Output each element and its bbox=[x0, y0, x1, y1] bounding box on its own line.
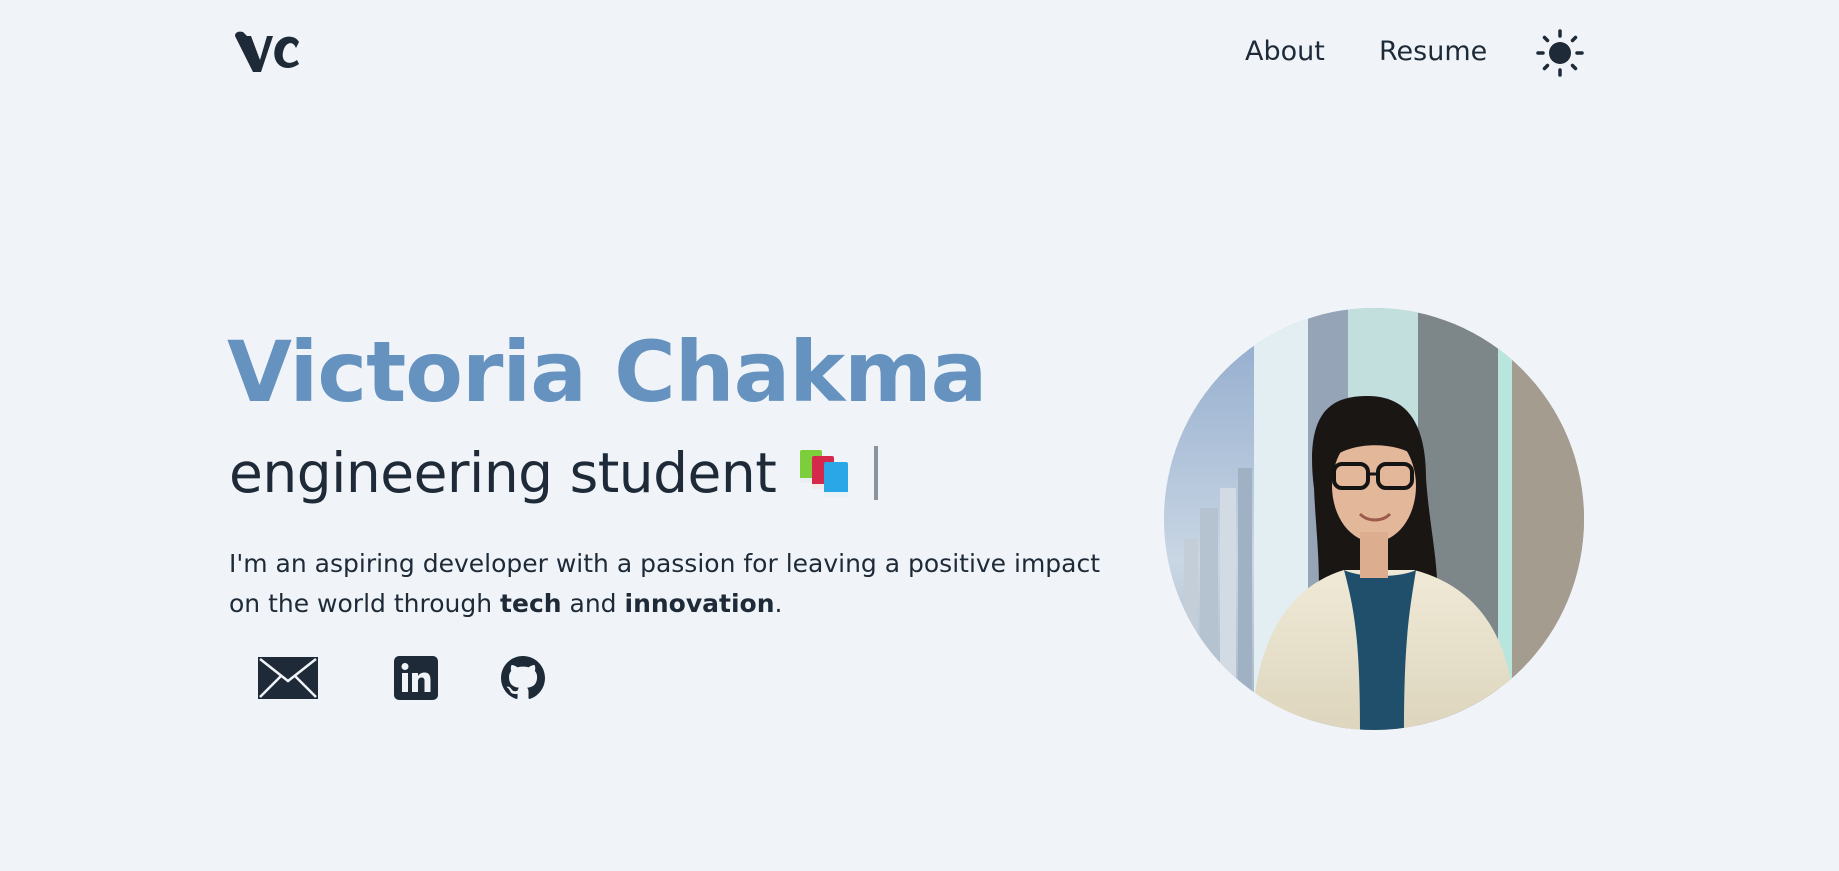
github-link[interactable] bbox=[501, 656, 545, 700]
hero-name-heading: Victoria Chakma bbox=[227, 323, 987, 421]
typing-cursor bbox=[874, 446, 879, 500]
nav-about-link[interactable]: About bbox=[1245, 34, 1325, 70]
linkedin-link[interactable] bbox=[394, 656, 438, 700]
bio-text-suffix: . bbox=[774, 589, 783, 618]
top-nav: About Resume bbox=[0, 0, 1839, 104]
mail-icon bbox=[258, 657, 318, 699]
profile-photo-image bbox=[1164, 308, 1584, 730]
theme-toggle-button[interactable] bbox=[1536, 29, 1584, 77]
bio-text-middle: and bbox=[561, 589, 625, 618]
books-icon bbox=[800, 450, 849, 497]
bio-bold-tech: tech bbox=[500, 589, 562, 618]
hero-role-heading: engineering student bbox=[229, 438, 879, 508]
email-link[interactable] bbox=[257, 656, 319, 700]
vc-logo-icon bbox=[235, 31, 299, 72]
github-icon bbox=[501, 656, 545, 699]
hero-bio: I'm an aspiring developer with a passion… bbox=[229, 544, 1109, 624]
sun-icon bbox=[1536, 29, 1584, 77]
linkedin-icon bbox=[394, 656, 438, 700]
hero-role-text: engineering student bbox=[229, 441, 777, 505]
bio-bold-innovation: innovation bbox=[624, 589, 775, 618]
nav-resume-link[interactable]: Resume bbox=[1379, 34, 1487, 70]
profile-photo bbox=[1164, 308, 1584, 730]
logo-link[interactable] bbox=[233, 28, 305, 76]
